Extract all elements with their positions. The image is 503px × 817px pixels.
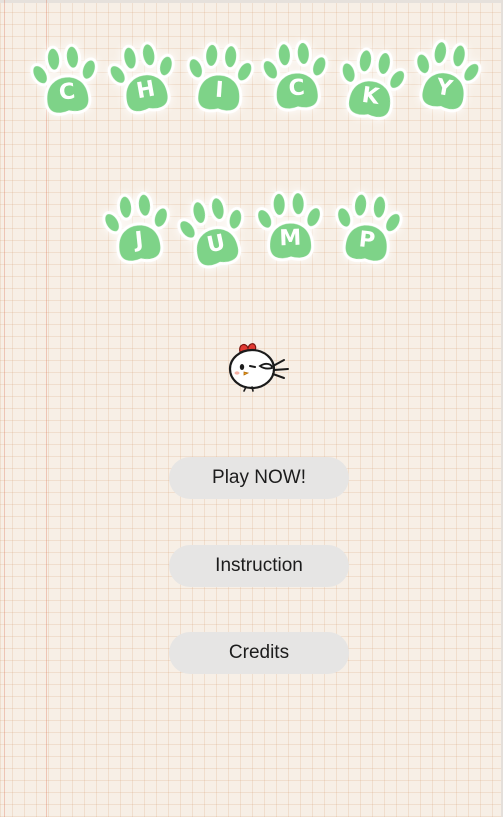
page-top-edge — [0, 0, 503, 3]
chicken-mascot-drawing — [228, 343, 289, 392]
paw-print-icon: P — [326, 186, 410, 274]
paw-print-icon: Y — [402, 32, 491, 124]
title-line-jump: J U M P — [0, 186, 503, 276]
title-letter: C — [287, 75, 306, 102]
paw-print-icon: J — [96, 186, 180, 274]
instruction-button[interactable]: Instruction — [169, 545, 349, 587]
credits-button[interactable]: Credits — [169, 632, 349, 674]
title-line-chicky: C H I C K Y — [0, 36, 503, 126]
play-now-button[interactable]: Play NOW! — [169, 457, 349, 499]
paw-print-icon: C — [255, 35, 336, 120]
paw-print-icon: C — [24, 38, 108, 126]
paw-print-icon: M — [251, 187, 330, 270]
paw-print-icon: I — [179, 37, 260, 122]
chicken-mascot-icon — [226, 338, 298, 394]
title-letter: M — [278, 225, 302, 252]
paw-print-icon: K — [329, 41, 415, 131]
paw-print-icon: H — [100, 34, 189, 126]
paw-print-icon: U — [169, 187, 260, 281]
title-letter: I — [214, 77, 225, 104]
